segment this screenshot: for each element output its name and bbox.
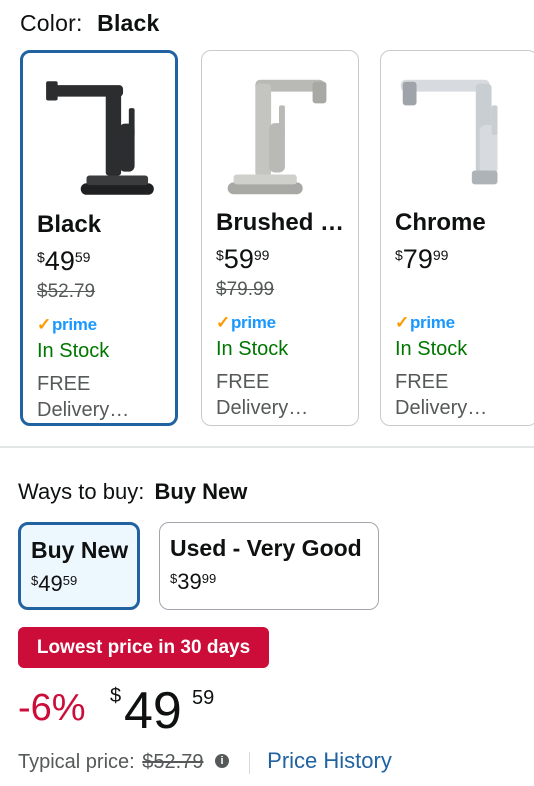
delivery-info: FREE Delivery… [395,371,488,419]
delivery-info: FREE Delivery… [216,371,309,419]
color-swatch-list: Black $4959 $52.79 ✓prime In Stock FREE D… [0,50,534,430]
price-fraction: 59 [192,687,215,709]
discount-percent: -6% [18,687,86,729]
faucet-image-black [46,81,154,195]
faucet-image-brushed [227,79,327,195]
prime-check-icon: ✓ [37,315,51,334]
typical-price-row: Typical price: $52.79 i Price History [18,748,392,774]
prime-badge: ✓prime [37,315,97,334]
price-currency: $ [110,685,122,707]
deal-badge: Lowest price in 30 days [18,627,269,668]
swatch-card-brushed[interactable]: Brushed … $5999 $79.99 ✓prime In Stock F… [201,50,359,426]
swatch-card-black[interactable]: Black $4959 $52.79 ✓prime In Stock FREE D… [20,50,178,426]
separator [248,751,250,774]
selected-color: Black [97,10,160,36]
option-title: Used - Very Good [170,535,362,561]
swatch-name: Black [37,211,102,238]
used-very-good-option[interactable]: Used - Very Good $3999 [159,522,379,610]
prime-badge: ✓prime [395,313,455,332]
color-label: Color: [20,10,83,36]
swatch-price: $4959 [37,246,91,276]
typical-price-label: Typical price: [18,751,135,773]
option-price: $4959 [31,571,78,596]
delivery-info: FREE Delivery… [37,373,130,421]
stock-status: In Stock [37,340,110,362]
ways-to-buy-label: Ways to buy: [18,479,145,504]
buy-new-option[interactable]: Buy New $4959 [18,522,140,610]
stock-status: In Stock [395,338,468,360]
swatch-card-chrome[interactable]: Chrome $7999 ✓prime In Stock FREE Deliver… [380,50,534,426]
typical-price-value: $52.79 [142,751,204,773]
faucet-image-chrome [400,79,498,185]
price-history-link[interactable]: Price History [267,748,392,773]
swatch-price: $7999 [395,244,449,274]
ways-to-buy-header: Ways to buy: Buy New [18,479,247,505]
section-divider [0,446,534,448]
option-price: $3999 [170,569,217,594]
swatch-list-price: $52.79 [37,281,96,302]
prime-badge: ✓prime [216,313,276,332]
stock-status: In Stock [216,338,289,360]
prime-check-icon: ✓ [216,313,230,332]
prime-check-icon: ✓ [395,313,409,332]
ways-to-buy-selected: Buy New [154,479,248,504]
swatch-name: Brushed … [216,209,345,236]
color-selector-header: Color: Black [20,10,160,37]
price-whole: 49 [124,682,182,740]
info-icon[interactable]: i [215,753,230,768]
swatch-list-price: $79.99 [216,279,275,300]
swatch-price: $5999 [216,244,270,274]
swatch-name: Chrome [395,209,486,236]
option-title: Buy New [31,537,129,563]
